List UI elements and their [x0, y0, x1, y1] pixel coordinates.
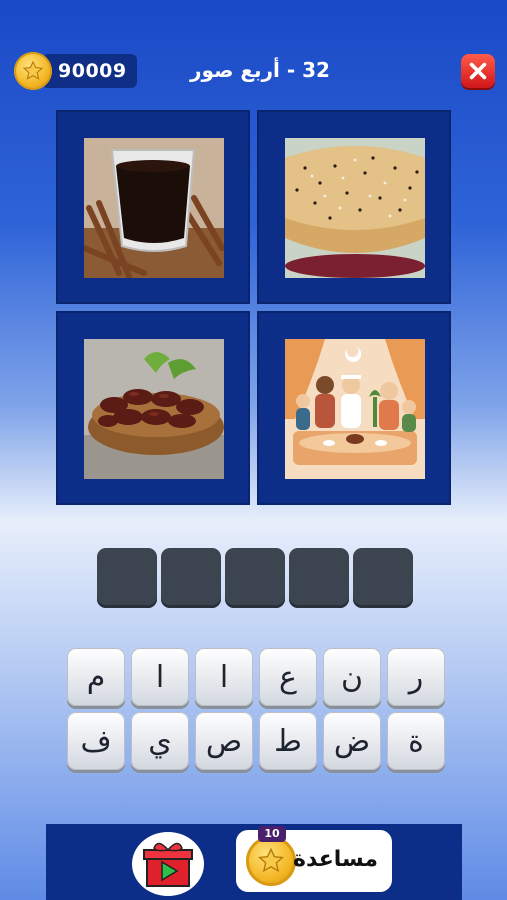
gift-play-icon: [143, 842, 193, 887]
answer-slot[interactable]: [289, 548, 349, 608]
letter-key[interactable]: ي: [131, 712, 189, 770]
picture-tile-4[interactable]: [257, 311, 451, 505]
gift-video-button[interactable]: [132, 832, 204, 896]
letter-key[interactable]: ص: [195, 712, 253, 770]
coin-count: 90009: [42, 54, 137, 88]
letter-key[interactable]: ف: [67, 712, 125, 770]
letter-key[interactable]: ا: [195, 648, 253, 706]
close-button[interactable]: [461, 54, 495, 88]
letter-key[interactable]: ن: [323, 648, 381, 706]
answer-slot[interactable]: [353, 548, 413, 608]
letter-key[interactable]: ع: [259, 648, 317, 706]
answer-slot[interactable]: [161, 548, 221, 608]
letter-key[interactable]: ة: [387, 712, 445, 770]
close-icon: [469, 62, 487, 80]
picture-tile-2[interactable]: [257, 110, 451, 304]
help-label: مساعدة: [293, 847, 378, 872]
letter-key[interactable]: ط: [259, 712, 317, 770]
coin-icon: [14, 52, 52, 90]
sesame-pie-image: [285, 138, 425, 278]
picture-tile-3[interactable]: [56, 311, 250, 505]
picture-tile-1[interactable]: [56, 110, 250, 304]
help-cost-badge: 10: [258, 826, 286, 842]
letter-key[interactable]: ا: [131, 648, 189, 706]
coin-icon: [246, 836, 296, 886]
coin-balance: 90009: [14, 52, 137, 90]
answer-slot[interactable]: [97, 548, 157, 608]
answer-slots: [97, 548, 413, 608]
answer-slot[interactable]: [225, 548, 285, 608]
family-iftar-image: [285, 339, 425, 479]
letter-key[interactable]: م: [67, 648, 125, 706]
level-title: 32 - أربع صور: [190, 58, 330, 82]
letter-key[interactable]: ض: [323, 712, 381, 770]
dates-bowl-image: [84, 339, 224, 479]
help-button[interactable]: 10 مساعدة: [236, 826, 392, 892]
tea-cinnamon-image: [84, 138, 224, 278]
letter-key[interactable]: ر: [387, 648, 445, 706]
